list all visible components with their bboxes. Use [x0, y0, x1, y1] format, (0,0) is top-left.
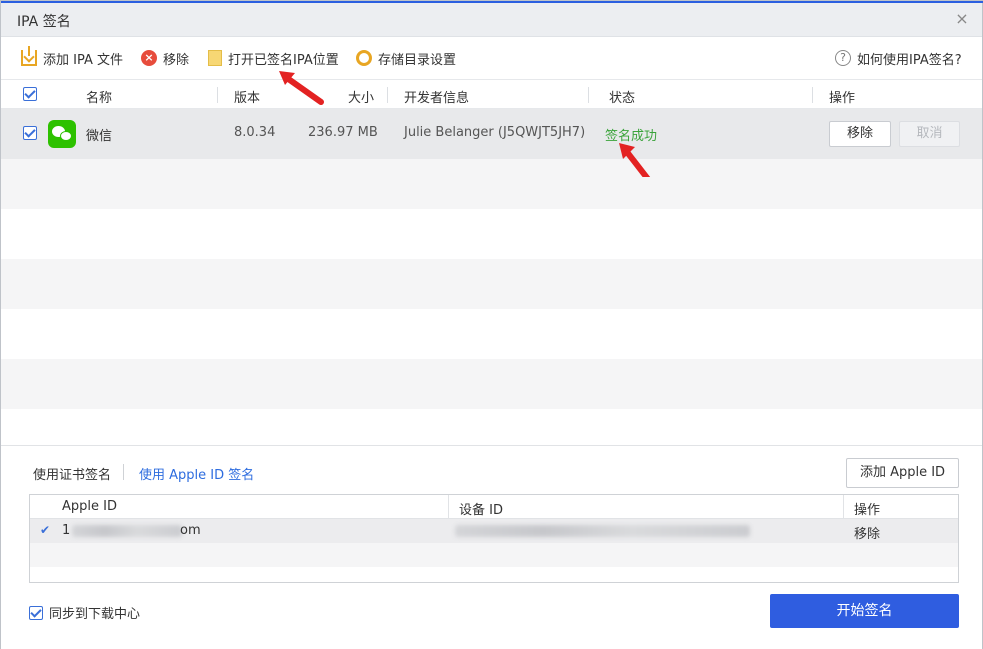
empty-row — [1, 309, 982, 359]
app-size: 236.97 MB — [308, 125, 378, 140]
tab-certificate-sign[interactable]: 使用证书签名 — [33, 464, 111, 483]
row-remove-button[interactable]: 移除 — [829, 121, 891, 147]
row-checkbox[interactable] — [23, 126, 37, 140]
help-label: 如何使用IPA签名? — [857, 52, 962, 68]
open-signed-location-label: 打开已签名IPA位置 — [228, 52, 339, 68]
import-icon — [21, 46, 37, 66]
remove-button[interactable]: × 移除 — [141, 48, 189, 68]
column-name: 名称 — [86, 91, 113, 106]
add-ipa-button[interactable]: 添加 IPA 文件 — [21, 46, 123, 68]
column-divider — [217, 87, 218, 103]
redacted-device-id — [455, 525, 750, 537]
empty-row — [1, 259, 982, 309]
sync-checkbox[interactable] — [29, 605, 43, 620]
column-status: 状态 — [609, 91, 636, 106]
column-developer: 开发者信息 — [404, 91, 470, 106]
apple-id-table-header: Apple ID 设备 ID 操作 — [30, 495, 958, 519]
table-row[interactable]: ✔ 1 om 移除 — [30, 519, 958, 543]
add-apple-id-button[interactable]: 添加 Apple ID — [846, 458, 959, 488]
selected-check-icon: ✔ — [40, 523, 51, 537]
column-device-id: 设备 ID — [459, 503, 503, 518]
ipa-table-body: 微信 8.0.34 236.97 MB Julie Belanger (J5QW… — [1, 109, 982, 445]
ipa-sign-window: IPA 签名 × 添加 IPA 文件 × 移除 打开已签名IPA位置 存储目录设… — [0, 0, 983, 649]
apple-id-suffix: om — [180, 523, 201, 538]
toolbar: 添加 IPA 文件 × 移除 打开已签名IPA位置 存储目录设置 ? 如何使用I… — [1, 38, 982, 78]
column-divider — [387, 87, 388, 103]
column-size: 大小 — [348, 91, 375, 106]
storage-settings-button[interactable]: 存储目录设置 — [356, 48, 456, 68]
close-icon[interactable]: × — [952, 9, 972, 29]
remove-label: 移除 — [163, 52, 190, 68]
apple-id-remove-link[interactable]: 移除 — [854, 523, 880, 542]
redacted-apple-id — [72, 525, 182, 537]
column-divider — [812, 87, 813, 103]
column-version: 版本 — [234, 91, 261, 106]
select-all-checkbox[interactable] — [23, 87, 37, 101]
developer-info: Julie Belanger (J5QWJT5JH7) — [404, 125, 586, 140]
annotation-arrow-icon — [279, 71, 324, 105]
column-divider — [448, 495, 449, 519]
app-name: 微信 — [86, 129, 113, 144]
sync-download-center[interactable]: 同步到下载中心 — [29, 603, 140, 622]
row-cancel-button[interactable]: 取消 — [899, 121, 960, 147]
ipa-table-header: 名称 版本 大小 开发者信息 状态 操作 — [1, 79, 982, 109]
window-title: IPA 签名 — [17, 14, 71, 30]
status-badge: 签名成功 — [605, 129, 658, 144]
tab-divider — [123, 464, 124, 480]
folder-icon — [208, 50, 222, 66]
apple-id-prefix: 1 — [62, 523, 71, 538]
app-version: 8.0.34 — [234, 125, 276, 140]
empty-row — [1, 159, 982, 209]
tab-apple-id-sign[interactable]: 使用 Apple ID 签名 — [139, 464, 254, 483]
open-signed-location-button[interactable]: 打开已签名IPA位置 — [208, 48, 339, 68]
add-ipa-label: 添加 IPA 文件 — [43, 52, 123, 68]
apple-id-table: Apple ID 设备 ID 操作 ✔ 1 om 移除 — [29, 494, 959, 583]
empty-row — [1, 209, 982, 259]
table-row[interactable]: 微信 8.0.34 236.97 MB Julie Belanger (J5QW… — [1, 109, 982, 159]
help-link[interactable]: ? 如何使用IPA签名? — [835, 48, 962, 68]
column-divider — [843, 495, 844, 519]
annotation-arrow-icon — [619, 143, 651, 177]
storage-settings-label: 存储目录设置 — [378, 52, 457, 68]
empty-row — [1, 409, 982, 445]
signing-panel: 使用证书签名 使用 Apple ID 签名 添加 Apple ID Apple … — [1, 445, 982, 649]
empty-row — [30, 543, 958, 567]
gear-icon — [356, 50, 372, 66]
sync-label: 同步到下载中心 — [49, 607, 141, 622]
column-actions: 操作 — [829, 91, 856, 106]
remove-icon: × — [141, 50, 157, 66]
wechat-icon — [48, 120, 76, 148]
column-apple-id-actions: 操作 — [854, 503, 881, 518]
column-apple-id: Apple ID — [62, 499, 117, 514]
empty-row — [1, 359, 982, 409]
column-divider — [588, 87, 589, 103]
titlebar: IPA 签名 × — [1, 3, 982, 37]
start-sign-button[interactable]: 开始签名 — [770, 594, 959, 628]
help-icon: ? — [835, 50, 851, 66]
